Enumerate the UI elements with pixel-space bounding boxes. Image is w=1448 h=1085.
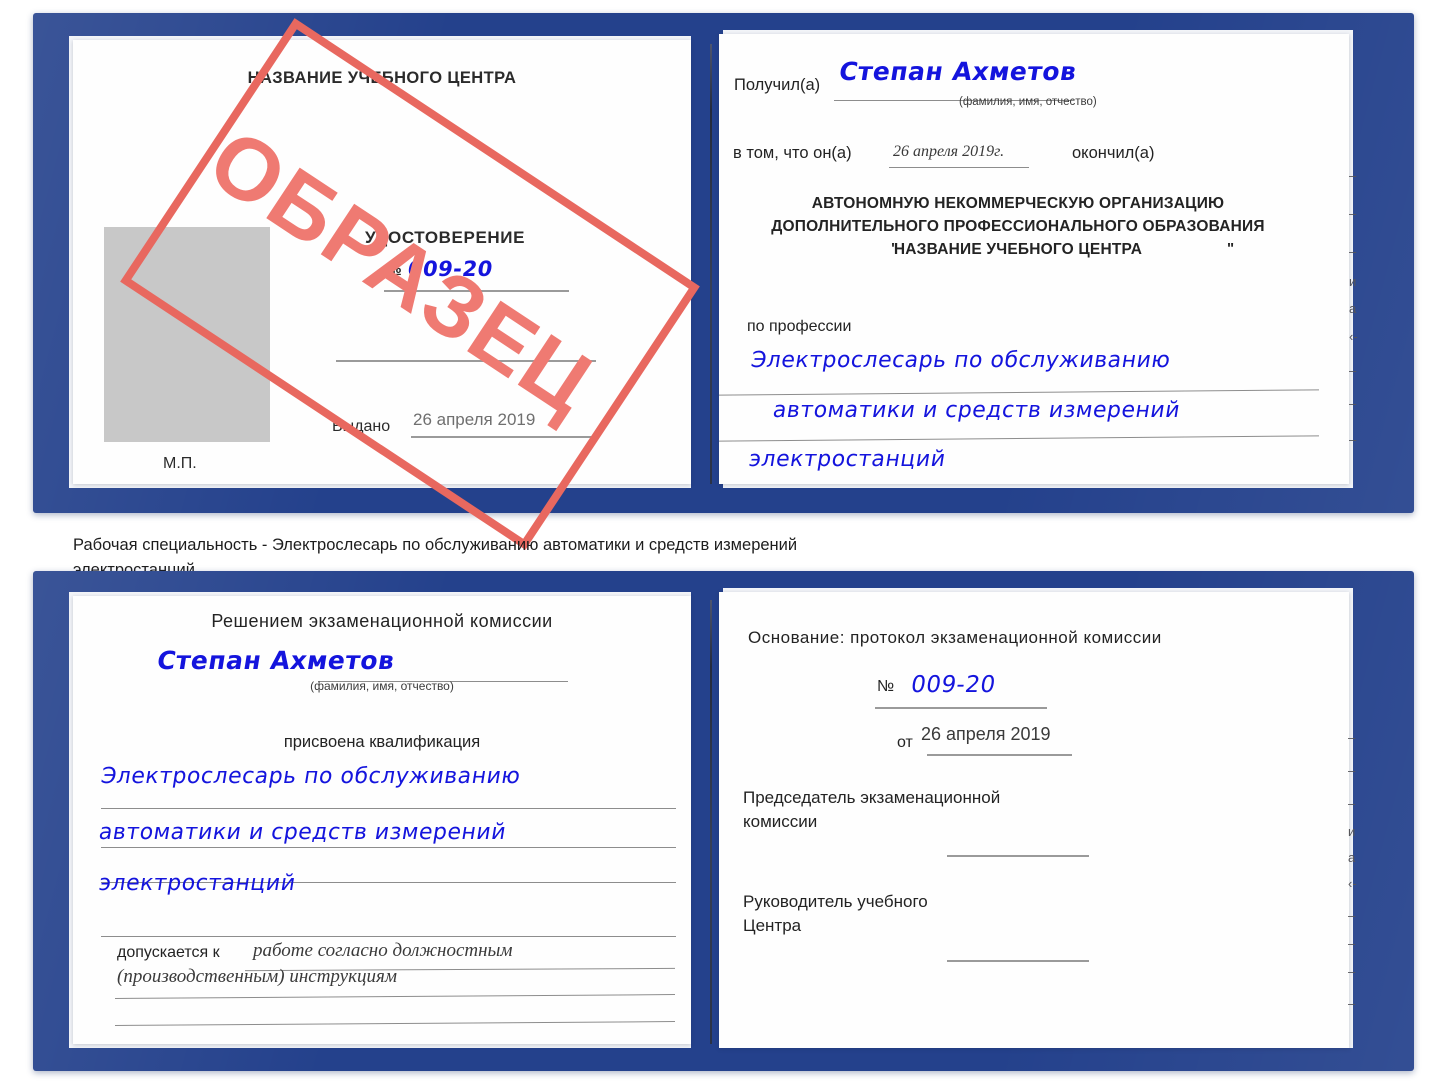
head-signature-rule (947, 960, 1089, 962)
bottom-left-heading: Решением экзаменационной комиссии (211, 611, 553, 631)
bleed-mark: – (1349, 396, 1357, 411)
chairman-line-2: комиссии (743, 812, 818, 831)
fio-hint-top: (фамилия, имя, отчество) (959, 96, 1097, 108)
top-left-number-rule (384, 290, 569, 292)
qualification-line-3: электростанций (97, 871, 298, 896)
top-left-issued-rule (411, 436, 597, 438)
bleed-mark: – (1348, 936, 1356, 951)
bleed-mark: – (1348, 964, 1356, 979)
certificate-top-spine (710, 44, 712, 484)
bleed-mark: и (1349, 274, 1357, 289)
finish-date-value: 26 апреля 2019г. (893, 143, 1005, 160)
top-left-number-label: № (385, 262, 402, 279)
certificate-bottom-spine (710, 600, 712, 1044)
profession-label: по профессии (747, 318, 852, 335)
qualification-label: присвоена квалификация (283, 733, 481, 751)
fio-hint-bottom: (фамилия, имя, отчество) (310, 679, 454, 693)
bottom-right-number-label: № (877, 678, 895, 695)
certificate-top-right-page: Получил(а) Степан Ахметов (фамилия, имя,… (719, 34, 1349, 484)
top-left-title: УДОСТОВЕРЕНИЕ (365, 228, 526, 247)
qualification-rule-1b (101, 847, 676, 848)
bottom-right-number-value: 009-20 (909, 672, 998, 698)
bleed-mark: и (1348, 824, 1356, 839)
received-value: Степан Ахметов (837, 57, 1079, 86)
profession-rule-1 (719, 389, 1319, 396)
head-line-2: Центра (743, 916, 802, 935)
bleed-mark: ‹- (1349, 329, 1358, 344)
top-left-number-value: 009-20 (406, 257, 495, 281)
bleed-mark: а (1349, 301, 1357, 316)
allowed-label: допускается к (117, 944, 220, 961)
head-line-1: Руководитель учебного (743, 892, 928, 911)
profession-line-2: автоматики и средств измерений (771, 398, 1183, 423)
bleed-mark: – (1348, 730, 1356, 745)
bleed-mark: – (1349, 363, 1357, 378)
top-left-seal-label: М.П. (163, 455, 197, 472)
org-quote-close: " (1227, 240, 1235, 257)
bleed-mark: – (1348, 763, 1356, 778)
bottom-right-date-label: от (897, 734, 913, 751)
in-that-label: в том, что он(а) (733, 144, 852, 162)
screenshot-canvas: НАЗВАНИЕ УЧЕБНОГО ЦЕНТРА УДОСТОВЕРЕНИЕ №… (0, 0, 1448, 1085)
chairman-line-1: Председатель экзаменационной (743, 788, 1001, 807)
org-line-1: АВТОНОМНУЮ НЕКОММЕРЧЕСКУЮ ОРГАНИЗАЦИЮ (811, 195, 1225, 212)
received-label: Получил(а) (734, 76, 821, 94)
bleed-mark: – (1349, 168, 1357, 183)
bottom-right-number-rule (875, 707, 1047, 709)
bottom-left-name-value: Степан Ахметов (155, 646, 397, 675)
qualification-rule-3 (101, 936, 676, 937)
certificate-bottom-left-page: Решением экзаменационной комиссии Степан… (73, 596, 691, 1044)
bleed-mark: – (1348, 908, 1356, 923)
bottom-right-date-value: 26 апреля 2019 (921, 724, 1051, 744)
allowed-rule-3 (115, 1021, 675, 1026)
profession-line-3: электростанций (747, 447, 948, 472)
finish-date-rule (889, 167, 1029, 168)
bleed-mark: – (1349, 432, 1357, 447)
bleed-mark: – (1349, 206, 1357, 221)
allowed-value-line-2: (производственным) инструкциям (117, 966, 397, 987)
caption-line-1: Рабочая специальность - Электрослесарь п… (73, 536, 798, 554)
photo-placeholder (104, 227, 270, 442)
bleed-mark: а (1348, 850, 1356, 865)
certificate-bottom-right-page: Основание: протокол экзаменационной коми… (719, 592, 1349, 1048)
qualification-rule-1 (101, 808, 676, 809)
allowed-value-line-1: работе согласно должностным (253, 940, 513, 961)
bleed-mark: – (1348, 996, 1356, 1011)
top-left-blank-rule (336, 360, 596, 362)
top-left-issued-value: 26 апреля 2019 (413, 410, 536, 429)
bleed-mark: ‹- (1348, 876, 1357, 891)
chairman-signature-rule (947, 855, 1089, 857)
bleed-mark: – (1349, 244, 1357, 259)
profession-line-1: Электрослесарь по обслуживанию (749, 348, 1173, 373)
top-left-heading: НАЗВАНИЕ УЧЕБНОГО ЦЕНТРА (247, 69, 517, 87)
profession-rule-2 (719, 435, 1319, 442)
org-line-2: ДОПОЛНИТЕЛЬНОГО ПРОФЕССИОНАЛЬНОГО ОБРАЗО… (771, 218, 1265, 235)
qualification-line-1: Электрослесарь по обслуживанию (99, 764, 523, 789)
bottom-right-date-rule (927, 754, 1072, 756)
top-left-issued-label: Выдано (332, 418, 391, 435)
allowed-rule-2 (115, 994, 675, 999)
basis-label: Основание: протокол экзаменационной коми… (748, 628, 1162, 647)
finished-label: окончил(а) (1072, 144, 1155, 162)
certificate-top-left-page: НАЗВАНИЕ УЧЕБНОГО ЦЕНТРА УДОСТОВЕРЕНИЕ №… (73, 40, 691, 484)
qualification-line-2: автоматики и средств измерений (97, 820, 509, 845)
bleed-mark: – (1348, 796, 1356, 811)
